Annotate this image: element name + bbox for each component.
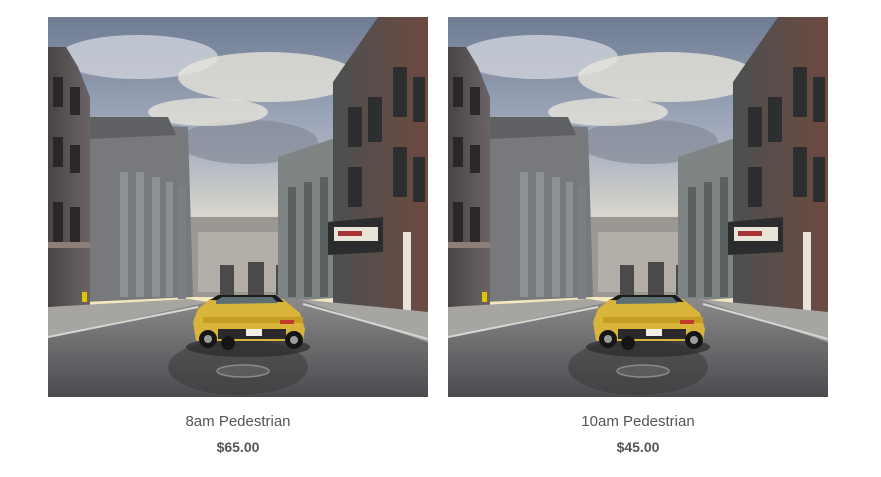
product-image-link[interactable]	[448, 17, 828, 397]
product-image	[48, 17, 428, 397]
product-grid: 8am Pedestrian $65.00 10am Pedestrian $4…	[0, 0, 881, 477]
product-image-link[interactable]	[48, 17, 428, 397]
product-card[interactable]: 10am Pedestrian $45.00	[448, 17, 828, 456]
product-card[interactable]: 8am Pedestrian $65.00	[48, 17, 428, 456]
product-title[interactable]: 10am Pedestrian	[448, 413, 828, 431]
product-title[interactable]: 8am Pedestrian	[48, 413, 428, 431]
product-price: $65.00	[216, 439, 260, 455]
product-image	[448, 17, 828, 397]
product-price: $45.00	[616, 439, 660, 455]
